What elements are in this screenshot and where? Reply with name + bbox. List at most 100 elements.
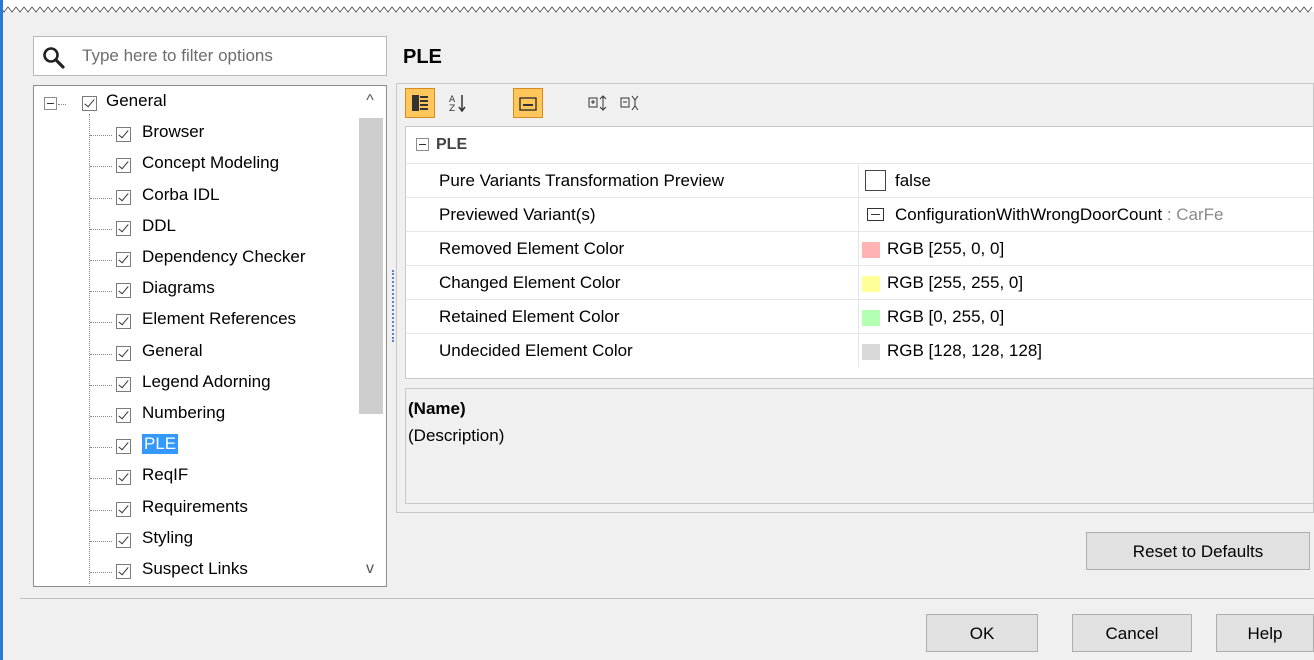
- tree-connector-line: [90, 260, 112, 261]
- checkbox-checked-icon[interactable]: [116, 408, 131, 423]
- tree-item[interactable]: Diagrams: [34, 276, 354, 306]
- property-name: Changed Element Color: [439, 273, 621, 292]
- tree-item[interactable]: Styling: [34, 526, 354, 556]
- property-value[interactable]: RGB [255, 255, 0]: [858, 266, 1313, 299]
- tree-item[interactable]: PLE: [34, 432, 354, 462]
- tree-connector-line: [90, 416, 112, 417]
- tree-item[interactable]: Legend Adorning: [34, 370, 354, 400]
- property-name: Retained Element Color: [439, 307, 620, 326]
- options-tree[interactable]: General Browser Concept Modeling Corba IDL D…: [33, 85, 387, 587]
- tree-item-label: Element References: [142, 309, 297, 329]
- variant-name: ConfigurationWithWrongDoorCount: [895, 205, 1163, 224]
- collapse-group-icon[interactable]: [416, 138, 429, 151]
- tree-root-item[interactable]: General: [34, 89, 354, 119]
- categorized-view-icon[interactable]: [405, 88, 435, 118]
- tree-item[interactable]: Corba IDL: [34, 183, 354, 213]
- description-toggle-icon[interactable]: [513, 88, 543, 118]
- property-row[interactable]: Retained Element Color RGB [0, 255, 0]: [406, 299, 1313, 333]
- property-value[interactable]: RGB [255, 0, 0]: [858, 232, 1313, 265]
- group-header-ple[interactable]: PLE: [406, 127, 1313, 163]
- tree-connector-line: [90, 447, 112, 449]
- scroll-down-arrow-icon[interactable]: v: [356, 560, 384, 578]
- tree-connector-line: [90, 291, 112, 293]
- property-row[interactable]: Changed Element Color RGB [255, 255, 0]: [406, 265, 1313, 299]
- checkbox-checked-icon[interactable]: [116, 252, 131, 267]
- cancel-button[interactable]: Cancel: [1072, 614, 1192, 652]
- checkbox-checked-icon[interactable]: [116, 501, 131, 517]
- tree-item-label: Legend Adorning: [142, 371, 271, 391]
- color-swatch: [862, 242, 880, 258]
- checkbox-checked-icon[interactable]: [116, 127, 131, 143]
- checkbox-checked-icon[interactable]: [116, 564, 131, 579]
- tree-item-label: Dependency Checker: [142, 247, 306, 266]
- tree-item[interactable]: ReqIF: [34, 463, 354, 493]
- property-value-text: RGB [255, 0, 0]: [887, 239, 1005, 258]
- color-swatch: [862, 276, 880, 292]
- tree-item-label: Numbering: [142, 403, 226, 422]
- tree-item-label: Concept Modeling: [142, 153, 280, 173]
- tree-connector-line: [90, 353, 112, 355]
- sort-alphabetical-icon[interactable]: AZ: [443, 88, 473, 118]
- tree-connector-line: [90, 572, 112, 573]
- tree-item[interactable]: Concept Modeling: [34, 151, 354, 181]
- tree-item[interactable]: General: [34, 339, 354, 369]
- checkbox-checked-icon[interactable]: [116, 470, 131, 486]
- color-swatch: [862, 344, 880, 360]
- property-row[interactable]: Undecided Element Color RGB [128, 128, 1…: [406, 333, 1313, 367]
- property-row[interactable]: Removed Element Color RGB [255, 0, 0]: [406, 231, 1313, 265]
- property-value[interactable]: RGB [0, 255, 0]: [858, 300, 1313, 333]
- checkbox-checked-icon[interactable]: [116, 439, 131, 455]
- collapse-node-icon[interactable]: [44, 97, 57, 110]
- description-name: (Name): [408, 399, 466, 418]
- checkbox-checked-icon[interactable]: [82, 96, 97, 111]
- tree-connector-line: [58, 104, 66, 105]
- reset-to-defaults-button[interactable]: Reset to Defaults: [1086, 532, 1310, 570]
- checkbox-checked-icon[interactable]: [116, 189, 131, 205]
- property-row[interactable]: Previewed Variant(s) ConfigurationWithWr…: [406, 197, 1313, 231]
- property-value-text: RGB [128, 128, 128]: [887, 341, 1042, 360]
- expand-all-icon[interactable]: [583, 88, 613, 118]
- tree-item-label: General: [142, 340, 203, 360]
- collapse-all-icon[interactable]: [615, 88, 645, 118]
- tree-connector-line: [90, 478, 112, 480]
- ok-button[interactable]: OK: [926, 614, 1038, 652]
- checkbox-checked-icon[interactable]: [116, 376, 131, 392]
- filter-search-box[interactable]: [33, 36, 387, 76]
- checkbox-checked-icon[interactable]: [116, 345, 131, 361]
- tree-item-label: General: [106, 91, 167, 110]
- tree-item[interactable]: Suspect Links: [34, 557, 354, 586]
- tree-item[interactable]: DDL: [34, 214, 354, 244]
- tree-item[interactable]: Browser: [34, 120, 354, 150]
- variant-element-icon: [867, 208, 884, 221]
- property-value[interactable]: ConfigurationWithWrongDoorCount : CarFe: [858, 198, 1313, 231]
- checkbox-checked-icon[interactable]: [116, 314, 131, 330]
- tree-item[interactable]: Numbering: [34, 401, 354, 431]
- tree-item[interactable]: Dependency Checker: [34, 245, 354, 275]
- checkbox-checked-icon[interactable]: [116, 532, 131, 548]
- checkbox-checked-icon[interactable]: [116, 220, 131, 236]
- property-value[interactable]: RGB [128, 128, 128]: [858, 334, 1313, 367]
- tree-item-label: Corba IDL: [142, 184, 220, 204]
- help-button[interactable]: Help: [1216, 614, 1314, 652]
- tree-item[interactable]: Requirements: [34, 495, 354, 525]
- scroll-up-arrow-icon[interactable]: ^: [356, 92, 384, 110]
- svg-text:Z: Z: [449, 104, 455, 113]
- tree-item[interactable]: Element References: [34, 307, 354, 337]
- tree-scrollbar[interactable]: ^ v: [356, 88, 384, 584]
- checkbox-checked-icon[interactable]: [116, 158, 131, 174]
- tree-connector-line: [90, 135, 112, 137]
- boolean-checkbox[interactable]: [865, 170, 886, 191]
- color-swatch: [862, 310, 880, 326]
- tree-connector-line: [90, 197, 112, 199]
- filter-input[interactable]: [80, 43, 380, 69]
- tree-item-label: DDL: [142, 215, 177, 235]
- tree-connector-line: [90, 540, 112, 542]
- scrollbar-thumb[interactable]: [359, 118, 383, 414]
- property-row[interactable]: Pure Variants Transformation Preview fal…: [406, 163, 1313, 197]
- property-value[interactable]: false: [858, 164, 1313, 197]
- checkbox-checked-icon[interactable]: [116, 283, 131, 299]
- description-text: (Description): [408, 426, 505, 445]
- property-value-text: false: [895, 171, 931, 190]
- description-pane: (Name) (Description): [405, 388, 1314, 504]
- tree-item-label: Styling: [142, 527, 194, 547]
